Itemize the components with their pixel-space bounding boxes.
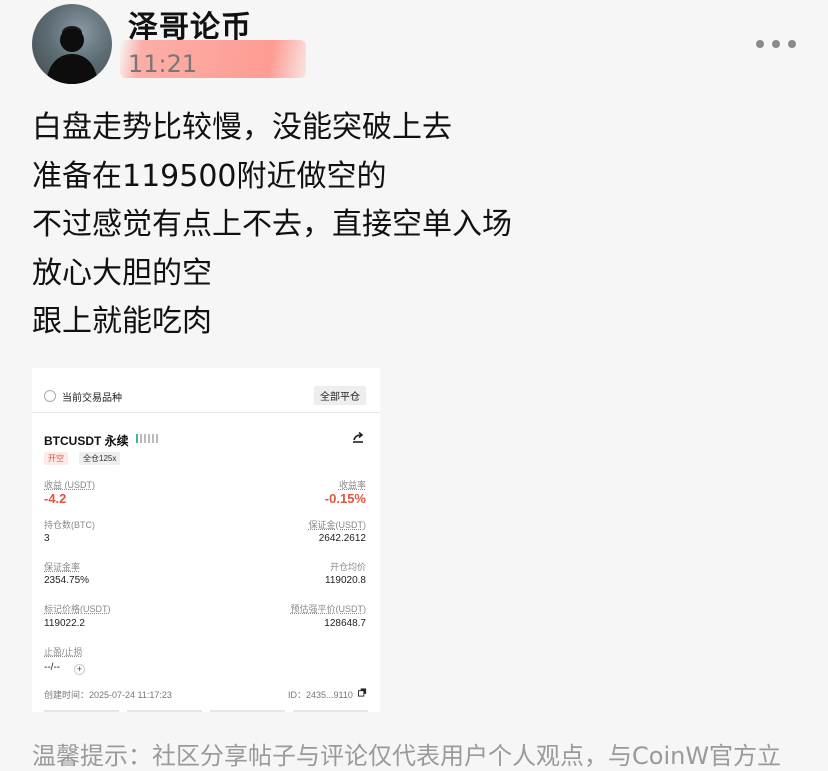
position-screenshot-card[interactable]: 当前交易品种 全部平仓 BTCUSDT 永续 开空 全仓125x 收益 (USD… [32, 368, 380, 712]
add-tpsl-button[interactable]: + [74, 664, 85, 675]
card-header: 当前交易品种 全部平仓 [32, 368, 380, 413]
author-name[interactable]: 泽哥论币 [128, 2, 252, 46]
share-icon[interactable] [350, 430, 366, 446]
post-line: 跟上就能吃肉 [32, 304, 212, 339]
margin-rate-value: 2354.75% [44, 575, 90, 586]
margin-mode-tag: 全仓125x [79, 452, 121, 465]
post-line: 不过感觉有点上不去，直接空单入场 [32, 207, 512, 242]
margin-value: 2642.2612 [318, 533, 366, 544]
margin-rate-label: 保证金率 [44, 562, 81, 572]
size-label: 持仓数(BTC) [44, 520, 95, 530]
close-all-button[interactable]: 全部平仓 [314, 386, 366, 405]
entry-price-label: 开仓均价 [329, 562, 366, 572]
symbol-name: BTCUSDT 永续 [44, 434, 129, 448]
margin-label: 保证金(USDT) [308, 520, 367, 530]
avatar[interactable] [32, 4, 112, 84]
mark-price-label: 标记价格(USDT) [44, 604, 111, 614]
pnl-value: -4.2 [44, 491, 67, 506]
roe-value: -0.15% [324, 491, 366, 506]
roe-label: 收益率 [338, 480, 366, 490]
tpsl-value: --/-- [44, 662, 61, 673]
post-body: 白盘走势比较慢，没能突破上去 准备在119500附近做空的 不过感觉有点上不去，… [32, 104, 792, 347]
post-line: 白盘走势比较慢，没能突破上去 [32, 110, 452, 145]
disclaimer-text: 温馨提示：社区分享帖子与评论仅代表用户个人观点，与CoinW官方立 [32, 742, 782, 770]
post-line: 放心大胆的空 [32, 255, 212, 291]
current-symbol-label: 当前交易品种 [62, 393, 122, 404]
mark-price-value: 119022.2 [44, 618, 85, 629]
side-tag: 开空 [44, 452, 68, 465]
signal-bars-icon [136, 434, 158, 443]
action-buttons-row[interactable] [44, 710, 368, 712]
tpsl-label: 止盈/止损 [44, 647, 83, 657]
radio-icon[interactable] [44, 390, 56, 402]
size-value: 3 [44, 533, 50, 544]
order-id: ID：2435...9110 [288, 690, 353, 700]
liq-price-value: 128648.7 [324, 618, 366, 629]
more-options-icon[interactable] [756, 36, 796, 52]
copy-icon[interactable] [358, 688, 367, 697]
created-time: 创建时间：2025-07-24 11:17:23 [44, 690, 172, 700]
liq-price-label: 预估强平价(USDT) [290, 604, 367, 614]
entry-price-value: 119020.8 [325, 575, 366, 586]
pnl-label: 收益 (USDT) [44, 480, 95, 490]
post-line: 准备在119500附近做空的 [32, 158, 387, 194]
post-time: 11:21 [128, 50, 198, 78]
